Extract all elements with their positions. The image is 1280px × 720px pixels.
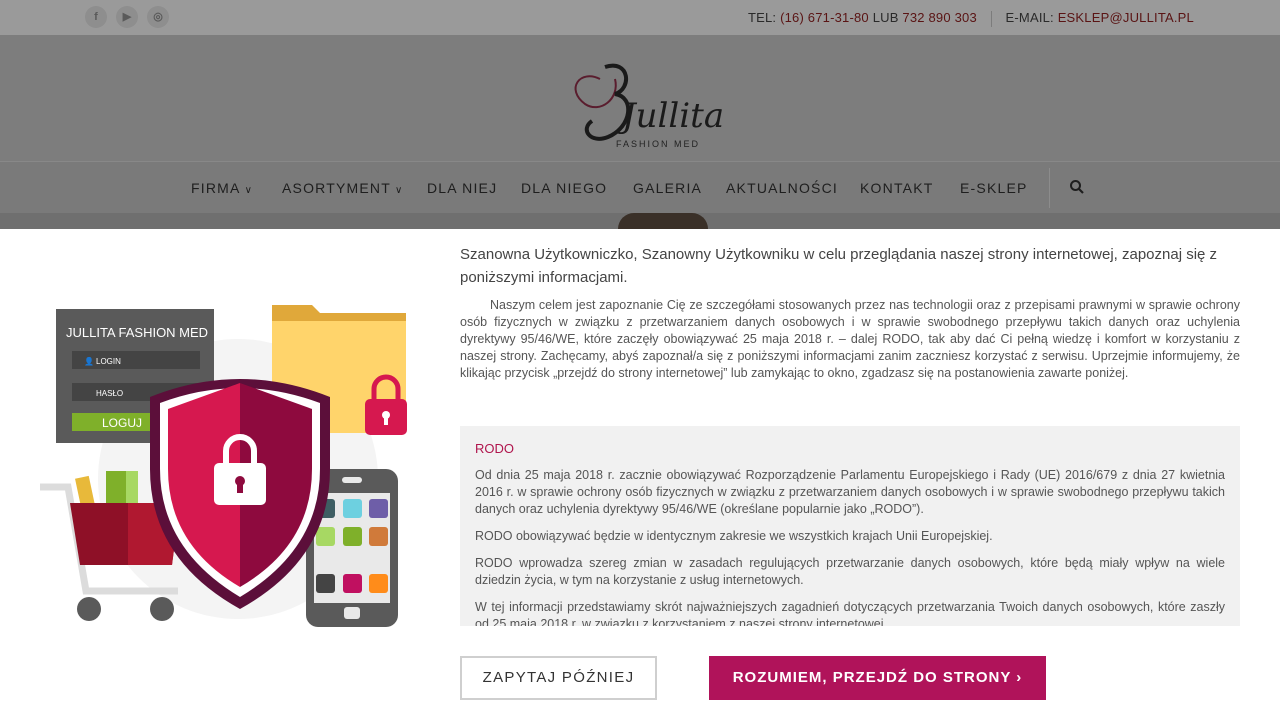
ask-later-button[interactable]: ZAPYTAJ PÓŹNIEJ [460,656,657,700]
rodo-content: Od dnia 25 maja 2018 r. zacznie obowiązy… [475,467,1225,626]
password-field-label: HASŁO [96,389,123,398]
rodo-title: RODO [475,441,514,456]
modal-body-text: Naszym celem jest zapoznanie Cię ze szcz… [460,298,1240,380]
logo-tagline: FASHION MED [616,139,700,149]
nav-e-sklep[interactable]: E-SKLEP [960,180,1028,196]
rodo-scroll-box[interactable]: RODO Od dnia 25 maja 2018 r. zacznie obo… [460,426,1240,626]
nav-dla-niego[interactable]: DLA NIEGO [521,180,607,196]
top-bar: f ▶ ◎ TEL: (16) 671-31-80 LUB 732 890 30… [0,0,1280,35]
tel-number-link[interactable]: (16) 671-31-80 [780,10,869,25]
tel-mobile-link[interactable]: 732 890 303 [902,10,977,25]
rodo-paragraph: RODO wprowadza szereg zmian w zasadach r… [475,556,1225,587]
login-field-label: LOGIN [96,357,121,366]
rodo-paragraph: W tej informacji przedstawiamy skrót naj… [475,600,1225,626]
main-nav: FIRMA ∨ ASORTYMENT ∨ DLA NIEJ DLA NIEGO GA… [0,161,1280,214]
nav-asortyment-label: ASORTYMENT [282,180,391,196]
security-illustration: JULLITA FASHION MED 👤 LOGIN HASŁO LOGUJ [40,305,407,627]
email-link[interactable]: ESKLEP@JULLITA.PL [1058,10,1194,25]
login-panel-title: JULLITA FASHION MED [66,325,208,340]
nav-divider [1049,168,1050,208]
rodo-paragraph: Od dnia 25 maja 2018 r. zacznie obowiązy… [475,468,1225,516]
nav-dla-niej[interactable]: DLA NIEJ [427,180,497,196]
email-label: E-MAIL: [1005,10,1054,25]
login-button-label: LOGUJ [102,416,142,430]
logo-text: Jullita [616,96,724,136]
modal-intro: Szanowna Użytkowniczko, Szanowny Użytkow… [460,246,1218,286]
jullita-logo[interactable]: Jullita FASHION MED [560,49,730,149]
accept-go-to-site-button[interactable]: ROZUMIEM, PRZEJDŹ DO STRONY › [709,656,1046,700]
chevron-down-icon: ∨ [394,185,404,196]
nav-firma-label: FIRMA [191,180,241,196]
nav-kontakt[interactable]: KONTAKT [860,180,933,196]
nav-asortyment[interactable]: ASORTYMENT ∨ [282,180,404,196]
youtube-icon[interactable]: ▶ [116,6,138,28]
search-icon[interactable] [1069,179,1085,195]
site-header: Jullita FASHION MED [0,35,1280,161]
facebook-icon[interactable]: f [85,6,107,28]
rodo-paragraph: RODO obowiązywać będzie w identycznym za… [475,529,993,543]
rodo-modal: JULLITA FASHION MED 👤 LOGIN HASŁO LOGUJ [0,229,1280,720]
tel-or: LUB [872,10,899,25]
nav-firma[interactable]: FIRMA ∨ [191,180,253,196]
contact-info: TEL: (16) 671-31-80 LUB 732 890 303 E-MA… [748,10,1194,27]
tel-label: TEL: [747,10,777,25]
hero-person [618,213,708,229]
instagram-icon[interactable]: ◎ [147,6,169,28]
contact-divider [990,10,992,27]
svg-text:👤: 👤 [84,356,94,366]
nav-galeria[interactable]: GALERIA [633,180,702,196]
nav-aktualnosci[interactable]: AKTUALNOŚCI [726,180,838,196]
chevron-down-icon: ∨ [244,185,254,196]
